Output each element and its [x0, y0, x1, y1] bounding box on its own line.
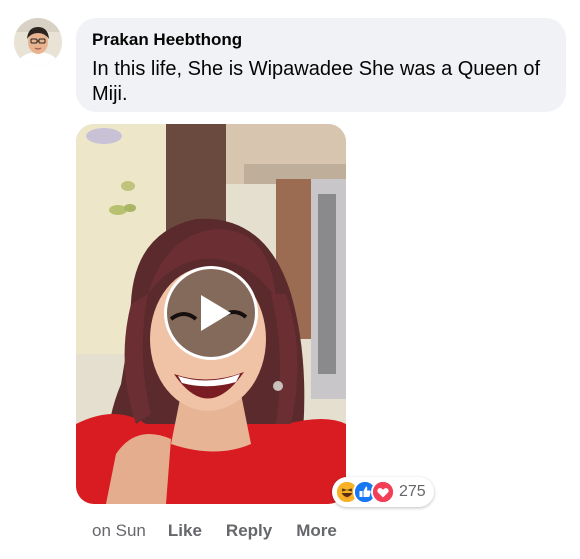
reply-button[interactable]: Reply — [226, 519, 272, 543]
user-avatar[interactable] — [14, 18, 62, 66]
comment: Prakan Heebthong In this life, She is Wi… — [0, 0, 580, 559]
comment-text: In this life, She is Wipawadee She was a… — [92, 58, 541, 105]
comment-actions: on Sun Like Reply More — [92, 519, 361, 543]
comment-bubble: Prakan Heebthong In this life, She is Wi… — [76, 18, 566, 112]
video-attachment[interactable] — [76, 124, 346, 504]
more-button[interactable]: More — [296, 519, 337, 543]
play-button[interactable] — [164, 266, 258, 360]
comment-timestamp[interactable]: on Sun — [92, 519, 146, 543]
comment-author[interactable]: Prakan Heebthong — [92, 29, 550, 51]
reactions-summary[interactable]: 275 — [332, 477, 434, 507]
reaction-count: 275 — [399, 483, 426, 500]
love-icon — [371, 480, 395, 504]
play-icon — [201, 295, 231, 331]
like-button[interactable]: Like — [168, 519, 202, 543]
